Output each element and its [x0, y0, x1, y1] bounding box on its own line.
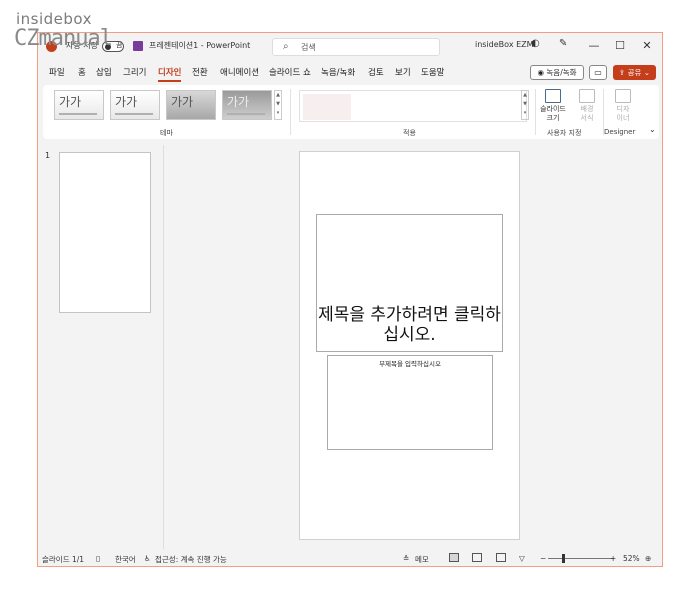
tab-insert[interactable]: 삽입 [96, 66, 112, 78]
group-label-designer: Designer [604, 128, 636, 136]
search-icon: ⌕ [283, 41, 289, 52]
variant-swatch[interactable] [303, 94, 351, 120]
variant-gallery[interactable] [299, 90, 527, 122]
format-background-icon [579, 89, 595, 103]
slide-thumbnail[interactable] [59, 152, 151, 313]
notes-icon: ≙ [403, 554, 410, 563]
tab-animations[interactable]: 애니메이션 [220, 66, 259, 78]
tab-file[interactable]: 파일 [49, 66, 65, 78]
theme-office[interactable]: 가가 [54, 90, 104, 120]
tab-slideshow[interactable]: 슬라이드 쇼 [269, 66, 311, 78]
watermark-line2: CZmanual [14, 26, 113, 51]
tab-view[interactable]: 보기 [395, 66, 411, 78]
slide-size-icon [545, 89, 561, 103]
slide-size-label-1: 슬라이드 [540, 105, 566, 113]
format-background-label-2: 서식 [580, 114, 594, 122]
designer-label-1: 디자 [616, 105, 630, 113]
theme-label: 가가 [59, 95, 82, 109]
theme-3[interactable]: 가가 [166, 90, 216, 120]
copilot-icon[interactable]: ◐ [531, 38, 540, 49]
group-label-variants: 적용 [403, 129, 416, 137]
watermark-logo: insidebox CZmanual [14, 10, 124, 51]
search-input[interactable]: ⌕ 검색 [272, 38, 440, 56]
designer-icon [615, 89, 631, 103]
comment-icon[interactable]: ▭ [589, 65, 607, 80]
slide-size-button[interactable]: 슬라이드 크기 [537, 89, 569, 123]
reading-view-icon[interactable] [496, 553, 506, 562]
minimize-button[interactable]: — [587, 39, 601, 52]
group-separator [535, 89, 536, 135]
title-placeholder-text: 제목을 추가하려면 클릭하십시오. [318, 305, 501, 345]
slideshow-icon[interactable]: ▽ [519, 554, 525, 563]
zoom-out-icon[interactable]: − [540, 554, 546, 563]
theme-2[interactable]: 가가 [110, 90, 160, 120]
tab-help[interactable]: 도움말 [421, 66, 444, 78]
slide-number: 1 [45, 151, 51, 160]
slide-size-label-2: 크기 [546, 114, 560, 122]
format-background-label-1: 배경 [580, 105, 594, 113]
theme-label: 가가 [171, 95, 194, 109]
save-icon[interactable] [133, 41, 143, 51]
slide-thumbnail-pane: 1 [38, 145, 164, 549]
status-bar: 슬라이드 1/1 ▯ 한국어 ♿ 접근성: 계속 진행 가능 ≙ 메모 ▽ − … [38, 549, 662, 566]
notes-button[interactable]: 메모 [415, 554, 429, 565]
variant-gallery-scroll[interactable]: ▲ ▼ ▾ [521, 90, 529, 120]
close-button[interactable]: ✕ [640, 39, 654, 52]
zoom-slider[interactable] [548, 558, 614, 559]
format-background-button[interactable]: 배경 서식 [571, 89, 603, 123]
spelling-icon[interactable]: ▯ [96, 554, 100, 563]
share-label: 공유 [627, 68, 642, 77]
search-placeholder: 검색 [301, 43, 316, 52]
subtitle-placeholder[interactable]: 부제목을 입력하십시오 [327, 355, 493, 450]
tab-review[interactable]: 검토 [368, 66, 384, 78]
maximize-button[interactable]: ☐ [613, 39, 627, 52]
fit-to-window-icon[interactable]: ⊕ [645, 554, 651, 563]
document-title: 프레젠테이션1 - PowerPoint [149, 41, 251, 50]
subtitle-placeholder-text: 부제목을 입력하십시오 [379, 360, 441, 368]
tab-draw[interactable]: 그리기 [123, 66, 146, 78]
slide-count[interactable]: 슬라이드 1/1 [42, 554, 84, 565]
tab-record[interactable]: 녹음/녹화 [321, 66, 355, 78]
normal-view-icon[interactable] [449, 553, 459, 562]
collapse-ribbon-icon[interactable]: ⌄ [649, 125, 656, 134]
theme-4[interactable]: 가가 [222, 90, 272, 120]
slide-canvas[interactable]: 제목을 추가하려면 클릭하십시오. 부제목을 입력하십시오 [299, 151, 520, 540]
pen-icon[interactable]: ✎ [559, 38, 567, 49]
designer-label-2: 이너 [616, 114, 630, 122]
tab-transitions[interactable]: 전환 [192, 66, 208, 78]
record-button[interactable]: ◉ 녹음/녹화 [530, 65, 584, 80]
powerpoint-window: 자동 저장 끔 프레젠테이션1 - PowerPoint ⌕ 검색 inside… [37, 32, 663, 567]
title-bar: 자동 저장 끔 프레젠테이션1 - PowerPoint ⌕ 검색 inside… [38, 33, 662, 61]
designer-button[interactable]: 디자 이너 [607, 89, 639, 123]
zoom-level[interactable]: 52% [623, 554, 640, 563]
group-label-theme: 테마 [160, 129, 173, 137]
group-separator [290, 89, 291, 135]
slide-sorter-icon[interactable] [472, 553, 482, 562]
theme-label: 가가 [227, 95, 250, 109]
title-placeholder[interactable]: 제목을 추가하려면 클릭하십시오. [316, 214, 503, 352]
design-ribbon: 가가 가가 가가 가가 ▲ ▼ ▾ 테마 ▲ ▼ ▾ 적용 슬라이드 크기 배경 서식 … [43, 85, 659, 139]
theme-gallery-scroll[interactable]: ▲ ▼ ▾ [274, 90, 282, 120]
accessibility-status[interactable]: 접근성: 계속 진행 가능 [155, 554, 227, 565]
user-name[interactable]: insideBox EZM [475, 40, 534, 49]
group-label-customize: 사용자 지정 [547, 129, 582, 137]
language-label[interactable]: 한국어 [115, 554, 136, 565]
zoom-slider-handle[interactable] [562, 554, 565, 563]
accessibility-icon: ♿ [144, 554, 151, 563]
share-button[interactable]: ⇪ 공유 ⌄ [613, 65, 656, 80]
zoom-in-icon[interactable]: + [610, 554, 616, 563]
tab-home[interactable]: 홈 [78, 66, 86, 78]
tab-design[interactable]: 디자인 [158, 66, 182, 82]
theme-label: 가가 [115, 95, 138, 109]
